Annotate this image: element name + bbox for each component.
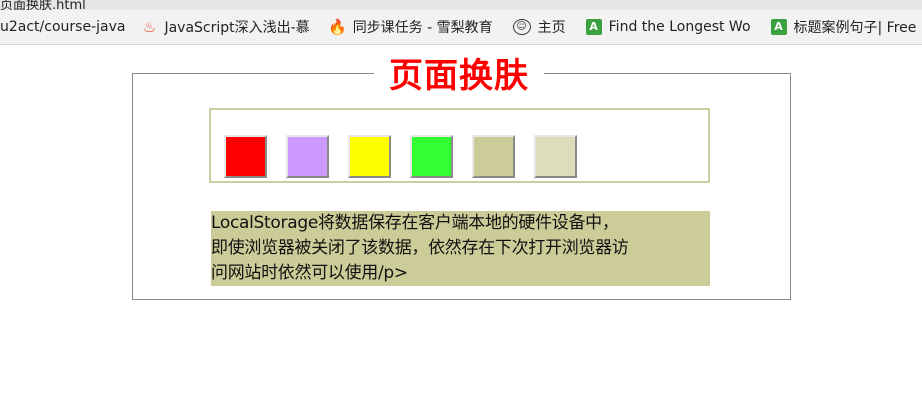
swatch-beige[interactable] bbox=[534, 135, 577, 178]
swatch-panel bbox=[209, 108, 710, 183]
bookmark-label: 主页 bbox=[537, 20, 566, 36]
fire-icon: 🔥 bbox=[329, 18, 348, 36]
swatch-yellow[interactable] bbox=[348, 135, 391, 178]
bookmark-label: JavaScript深入浅出-慕 bbox=[164, 20, 310, 36]
bookmark-label: 同步课任务 - 雪梨教育 bbox=[352, 20, 493, 36]
swatch-red[interactable] bbox=[224, 135, 267, 178]
bookmark-title-case[interactable]: A 标题案例句子| Free bbox=[770, 10, 917, 44]
description-line: LocalStorage将数据保存在客户端本地的硬件设备中， bbox=[211, 213, 619, 233]
green-book-icon: A bbox=[585, 19, 602, 35]
github-icon: ☺ bbox=[512, 19, 531, 35]
bookmark-home[interactable]: ☺ 主页 bbox=[512, 10, 586, 44]
green-book-icon: A bbox=[770, 19, 787, 35]
description-line: 即使浏览器被关闭了该数据，依然存在下次打开浏览器访 bbox=[211, 238, 629, 258]
bookmark-label: 标题案例句子| Free bbox=[793, 20, 917, 36]
bookmark-label: Find the Longest Wo bbox=[608, 19, 751, 35]
swatch-green[interactable] bbox=[410, 135, 453, 178]
description-line: 问网站时依然可以使用/p> bbox=[211, 263, 408, 283]
tab-title[interactable]: 页面换肤.html bbox=[0, 0, 86, 10]
browser-tab-strip: 页面换肤.html bbox=[0, 0, 922, 10]
flame-icon: ♨ bbox=[142, 18, 157, 36]
bookmark-find-longest[interactable]: A Find the Longest Wo bbox=[585, 10, 771, 44]
bookmark-course-java[interactable]: u2act/course-java bbox=[0, 10, 141, 44]
page-title: 页面换肤 bbox=[374, 55, 544, 97]
description-paragraph: LocalStorage将数据保存在客户端本地的硬件设备中， 即使浏览器被关闭了… bbox=[211, 211, 710, 286]
swatch-purple[interactable] bbox=[286, 135, 329, 178]
swatch-olive[interactable] bbox=[472, 135, 515, 178]
bookmark-label: u2act/course-java bbox=[0, 19, 126, 35]
bookmark-javascript[interactable]: ♨ JavaScript深入浅出-慕 bbox=[141, 10, 329, 44]
bookmarks-bar: u2act/course-java ♨ JavaScript深入浅出-慕 🔥 同… bbox=[0, 10, 922, 45]
bookmark-sync-tasks[interactable]: 🔥 同步课任务 - 雪梨教育 bbox=[330, 10, 513, 44]
